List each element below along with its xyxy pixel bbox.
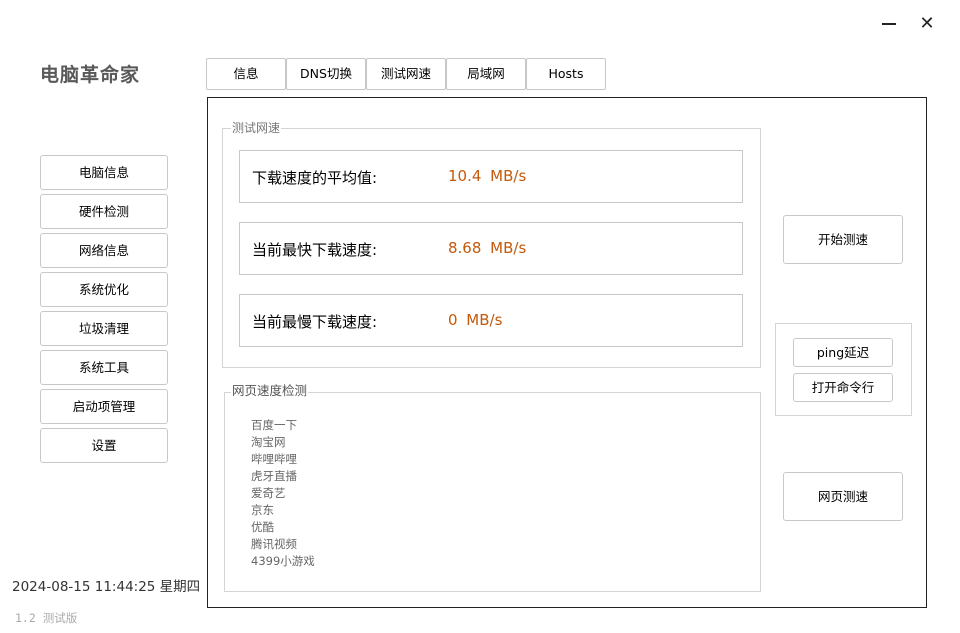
- minimize-icon[interactable]: [877, 12, 901, 36]
- web-speed-test-button[interactable]: 网页测速: [783, 472, 903, 521]
- avg-speed-label: 下载速度的平均值:: [252, 169, 378, 187]
- sidebar-item-settings[interactable]: 设置: [40, 428, 168, 463]
- list-item: 哔哩哔哩: [251, 452, 297, 466]
- tab-info[interactable]: 信息: [206, 58, 286, 90]
- tab-hosts[interactable]: Hosts: [526, 58, 606, 90]
- max-speed-row: 当前最快下载速度: 8.68 MB/s: [239, 222, 743, 275]
- sidebar-item-computer-info[interactable]: 电脑信息: [40, 155, 168, 190]
- avg-speed-value: 10.4 MB/s: [448, 167, 527, 185]
- list-item: 京东: [251, 503, 274, 517]
- ping-latency-button[interactable]: ping延迟: [793, 338, 893, 367]
- content-panel: 测试网速 下载速度的平均值: 10.4 MB/s 当前最快下载速度: 8.68 …: [207, 97, 927, 608]
- open-cmd-button[interactable]: 打开命令行: [793, 373, 893, 402]
- tab-dns-switch[interactable]: DNS切换: [286, 58, 366, 90]
- sidebar-item-system-optimize[interactable]: 系统优化: [40, 272, 168, 307]
- list-item: 虎牙直播: [251, 469, 297, 483]
- app-title: 电脑革命家: [40, 64, 141, 86]
- min-speed-label: 当前最慢下载速度:: [252, 313, 378, 331]
- tab-lan[interactable]: 局域网: [446, 58, 526, 90]
- list-item: 优酷: [251, 520, 274, 534]
- speed-test-group-title: 测试网速: [231, 121, 282, 135]
- close-icon[interactable]: ✕: [915, 12, 939, 36]
- site-list: 百度一下 淘宝网 哔哩哔哩 虎牙直播 爱奇艺 京东 优酷 腾讯视频 4399小游…: [251, 417, 315, 570]
- ping-group: ping延迟 打开命令行: [775, 323, 912, 416]
- list-item: 腾讯视频: [251, 537, 297, 551]
- max-speed-value: 8.68 MB/s: [448, 239, 527, 257]
- sidebar-item-junk-cleanup[interactable]: 垃圾清理: [40, 311, 168, 346]
- max-speed-label: 当前最快下载速度:: [252, 241, 378, 259]
- list-item: 爱奇艺: [251, 486, 286, 500]
- sidebar-item-startup-manager[interactable]: 启动项管理: [40, 389, 168, 424]
- web-speed-group: 网页速度检测 百度一下 淘宝网 哔哩哔哩 虎牙直播 爱奇艺 京东 优酷 腾讯视频…: [224, 384, 761, 592]
- tab-speed-test[interactable]: 测试网速: [366, 58, 446, 90]
- avg-speed-row: 下载速度的平均值: 10.4 MB/s: [239, 150, 743, 203]
- sidebar-item-system-tools[interactable]: 系统工具: [40, 350, 168, 385]
- list-item: 百度一下: [251, 418, 297, 432]
- min-speed-row: 当前最慢下载速度: 0 MB/s: [239, 294, 743, 347]
- min-speed-value: 0 MB/s: [448, 311, 503, 329]
- datetime-label: 2024-08-15 11:44:25 星期四: [12, 579, 201, 595]
- web-speed-group-title: 网页速度检测: [231, 383, 309, 398]
- list-item: 淘宝网: [251, 435, 286, 449]
- sidebar-item-network-info[interactable]: 网络信息: [40, 233, 168, 268]
- speed-test-group: 测试网速 下载速度的平均值: 10.4 MB/s 当前最快下载速度: 8.68 …: [222, 121, 761, 368]
- version-label: 1.2 测试版: [15, 611, 78, 625]
- list-item: 4399小游戏: [251, 554, 315, 568]
- start-speed-test-button[interactable]: 开始测速: [783, 215, 903, 264]
- sidebar: 电脑信息 硬件检测 网络信息 系统优化 垃圾清理 系统工具 启动项管理 设置: [40, 155, 168, 467]
- sidebar-item-hardware-check[interactable]: 硬件检测: [40, 194, 168, 229]
